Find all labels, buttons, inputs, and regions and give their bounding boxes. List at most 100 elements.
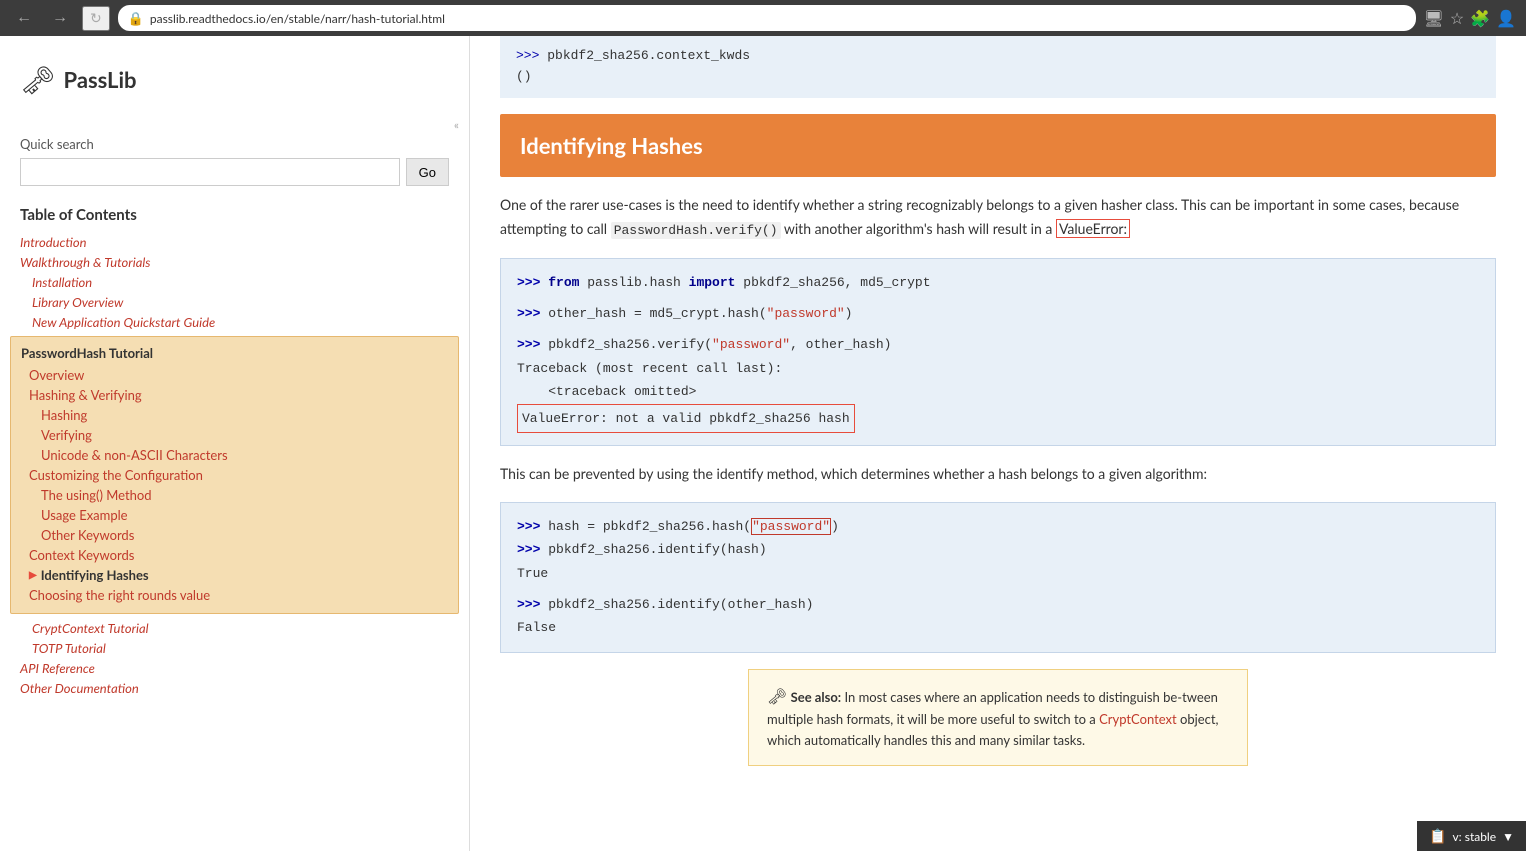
code-import-names: pbkdf2_sha256, md5_crypt: [735, 275, 930, 290]
sidebar-item-walkthrough[interactable]: Walkthrough & Tutorials: [0, 252, 469, 272]
toc-label: Table of Contents: [0, 202, 469, 232]
code-line-verify: >>> pbkdf2_sha256.verify("password", oth…: [517, 333, 1479, 356]
sidebar-item-hashing-verifying[interactable]: Hashing & Verifying: [21, 385, 448, 405]
sidebar-item-library-overview[interactable]: Library Overview: [0, 292, 469, 312]
sidebar-item-introduction[interactable]: Introduction: [0, 232, 469, 252]
code-identify-other: pbkdf2_sha256.identify(other_hash): [548, 597, 813, 612]
extension-icon[interactable]: 🧩: [1470, 9, 1490, 28]
code-traceback-omitted: <traceback omitted>: [517, 380, 1479, 403]
code-result-true: True: [517, 562, 1479, 585]
sidebar-item-other-keywords[interactable]: Other Keywords: [21, 525, 448, 545]
prompt-1: >>>: [517, 275, 548, 290]
code-hash-close: ): [831, 519, 839, 534]
code-passlib-hash: passlib.hash: [579, 275, 688, 290]
address-bar[interactable]: 🔒 passlib.readthedocs.io/en/stable/narr/…: [118, 5, 1416, 31]
prompt-6: >>>: [517, 597, 548, 612]
blank-line-2: [517, 325, 1479, 333]
sidebar-item-context-keywords[interactable]: Context Keywords: [21, 545, 448, 565]
browser-chrome: ← → ↻ 🔒 passlib.readthedocs.io/en/stable…: [0, 0, 1526, 36]
version-badge[interactable]: 📋 v: stable ▼: [1417, 821, 1526, 851]
version-badge-icon: 📋: [1429, 827, 1446, 845]
sidebar-item-overview[interactable]: Overview: [21, 365, 448, 385]
code-line-hash-assign: >>> hash = pbkdf2_sha256.hash("password"…: [517, 515, 1479, 538]
valueerror-box: ValueError:: [1056, 219, 1130, 238]
sidebar-logo: 🗝 PassLib: [0, 52, 469, 117]
browser-toolbar: 🖥 ☆ 🧩 👤: [1424, 9, 1517, 28]
code-top-line1: >>> pbkdf2_sha256.context_kwds: [516, 46, 1480, 67]
quick-search-label: Quick search: [0, 136, 469, 158]
kw-from: from: [548, 275, 579, 290]
monitor-icon[interactable]: 🖥: [1424, 9, 1444, 28]
logo-icon: 🗝: [20, 62, 56, 97]
sidebar-item-rounds-value[interactable]: Choosing the right rounds value: [21, 585, 448, 605]
code-block-1: >>> from passlib.hash import pbkdf2_sha2…: [500, 258, 1496, 446]
sidebar-item-customizing[interactable]: Customizing the Configuration: [21, 465, 448, 485]
search-input[interactable]: [20, 158, 400, 186]
sidebar-item-unicode[interactable]: Unicode & non-ASCII Characters: [21, 445, 448, 465]
active-section-title: PasswordHash Tutorial: [21, 345, 448, 365]
forward-button[interactable]: →: [46, 7, 74, 29]
toc-active-section: PasswordHash Tutorial Overview Hashing &…: [10, 336, 459, 614]
code-identify-hash: pbkdf2_sha256.identify(hash): [548, 542, 766, 557]
code-line-import: >>> from passlib.hash import pbkdf2_sha2…: [517, 271, 1479, 294]
blank-line-1: [517, 294, 1479, 302]
code-error-line: ValueError: not a valid pbkdf2_sha256 ha…: [517, 404, 1479, 433]
kw-import: import: [689, 275, 736, 290]
go-button[interactable]: Go: [406, 158, 449, 186]
url-text: passlib.readthedocs.io/en/stable/narr/ha…: [150, 11, 445, 26]
refresh-button[interactable]: ↻: [82, 6, 110, 31]
prompt-5: >>>: [517, 542, 548, 557]
paragraph1: One of the rarer use-cases is the need t…: [500, 193, 1496, 242]
code-other-hash: other_hash = md5_crypt.hash(: [548, 306, 766, 321]
code-traceback: Traceback (most recent call last):: [517, 357, 1479, 380]
sidebar-item-totp[interactable]: TOTP Tutorial: [0, 638, 469, 658]
sidebar-item-verifying[interactable]: Verifying: [21, 425, 448, 445]
version-dropdown-icon[interactable]: ▼: [1502, 829, 1514, 844]
code-top-line2: (): [516, 67, 1480, 88]
back-button[interactable]: ←: [10, 7, 38, 29]
code-top-block: >>> pbkdf2_sha256.context_kwds (): [500, 36, 1496, 98]
code-string-password: "password": [767, 306, 845, 321]
prompt-3: >>>: [517, 337, 548, 352]
code-close-paren: ): [845, 306, 853, 321]
sidebar-item-hashing[interactable]: Hashing: [21, 405, 448, 425]
code-line-other-hash: >>> other_hash = md5_crypt.hash("passwor…: [517, 302, 1479, 325]
section-heading: Identifying Hashes: [500, 114, 1496, 177]
content-area: >>> pbkdf2_sha256.context_kwds () Identi…: [470, 36, 1526, 851]
see-also-box: 🗝 See also: In most cases where an appli…: [748, 669, 1248, 766]
paragraph2: This can be prevented by using the ident…: [500, 462, 1496, 486]
sidebar-item-api-reference[interactable]: API Reference: [0, 658, 469, 678]
code-hash-assign: hash = pbkdf2_sha256.hash(: [548, 519, 751, 534]
sidebar-item-installation[interactable]: Installation: [0, 272, 469, 292]
code-string-password2: "password": [712, 337, 790, 352]
sidebar: 🗝 PassLib « Quick search Go Table of Con…: [0, 36, 470, 851]
sidebar-item-other-docs[interactable]: Other Documentation: [0, 678, 469, 698]
code-line-identify-other: >>> pbkdf2_sha256.identify(other_hash): [517, 593, 1479, 616]
sidebar-item-identifying-hashes[interactable]: Identifying Hashes: [21, 565, 448, 585]
code-block-2: >>> hash = pbkdf2_sha256.hash("password"…: [500, 502, 1496, 653]
sidebar-item-usage-example[interactable]: Usage Example: [21, 505, 448, 525]
see-also-label: See also:: [791, 689, 842, 705]
valueerror-code-box: ValueError: not a valid pbkdf2_sha256 ha…: [517, 404, 855, 433]
code-verify-rest: , other_hash): [790, 337, 891, 352]
search-row: Go: [0, 158, 469, 202]
sidebar-item-cryptcontext[interactable]: CryptContext Tutorial: [0, 618, 469, 638]
code-string-password-boxed: "password": [751, 518, 831, 535]
logo-text: PassLib: [64, 66, 137, 93]
inline-code-passwordhash: PasswordHash.verify(): [611, 222, 781, 239]
lock-icon: 🔒: [128, 10, 144, 27]
code-line-identify-hash: >>> pbkdf2_sha256.identify(hash): [517, 538, 1479, 561]
profile-icon[interactable]: 👤: [1496, 9, 1516, 28]
prompt-2: >>>: [517, 306, 548, 321]
star-icon[interactable]: ☆: [1450, 9, 1464, 28]
code-result-false: False: [517, 616, 1479, 639]
sidebar-item-using-method[interactable]: The using() Method: [21, 485, 448, 505]
sidebar-collapse-button[interactable]: «: [0, 117, 469, 132]
sidebar-item-quickstart[interactable]: New Application Quickstart Guide: [0, 312, 469, 332]
cryptcontext-link[interactable]: CryptContext: [1099, 711, 1177, 727]
page-layout: 🗝 PassLib « Quick search Go Table of Con…: [0, 36, 1526, 851]
see-also-icon: 🗝: [767, 687, 787, 706]
blank-line-3: [517, 585, 1479, 593]
code-verify-call: pbkdf2_sha256.verify(: [548, 337, 712, 352]
prompt-4: >>>: [517, 519, 548, 534]
